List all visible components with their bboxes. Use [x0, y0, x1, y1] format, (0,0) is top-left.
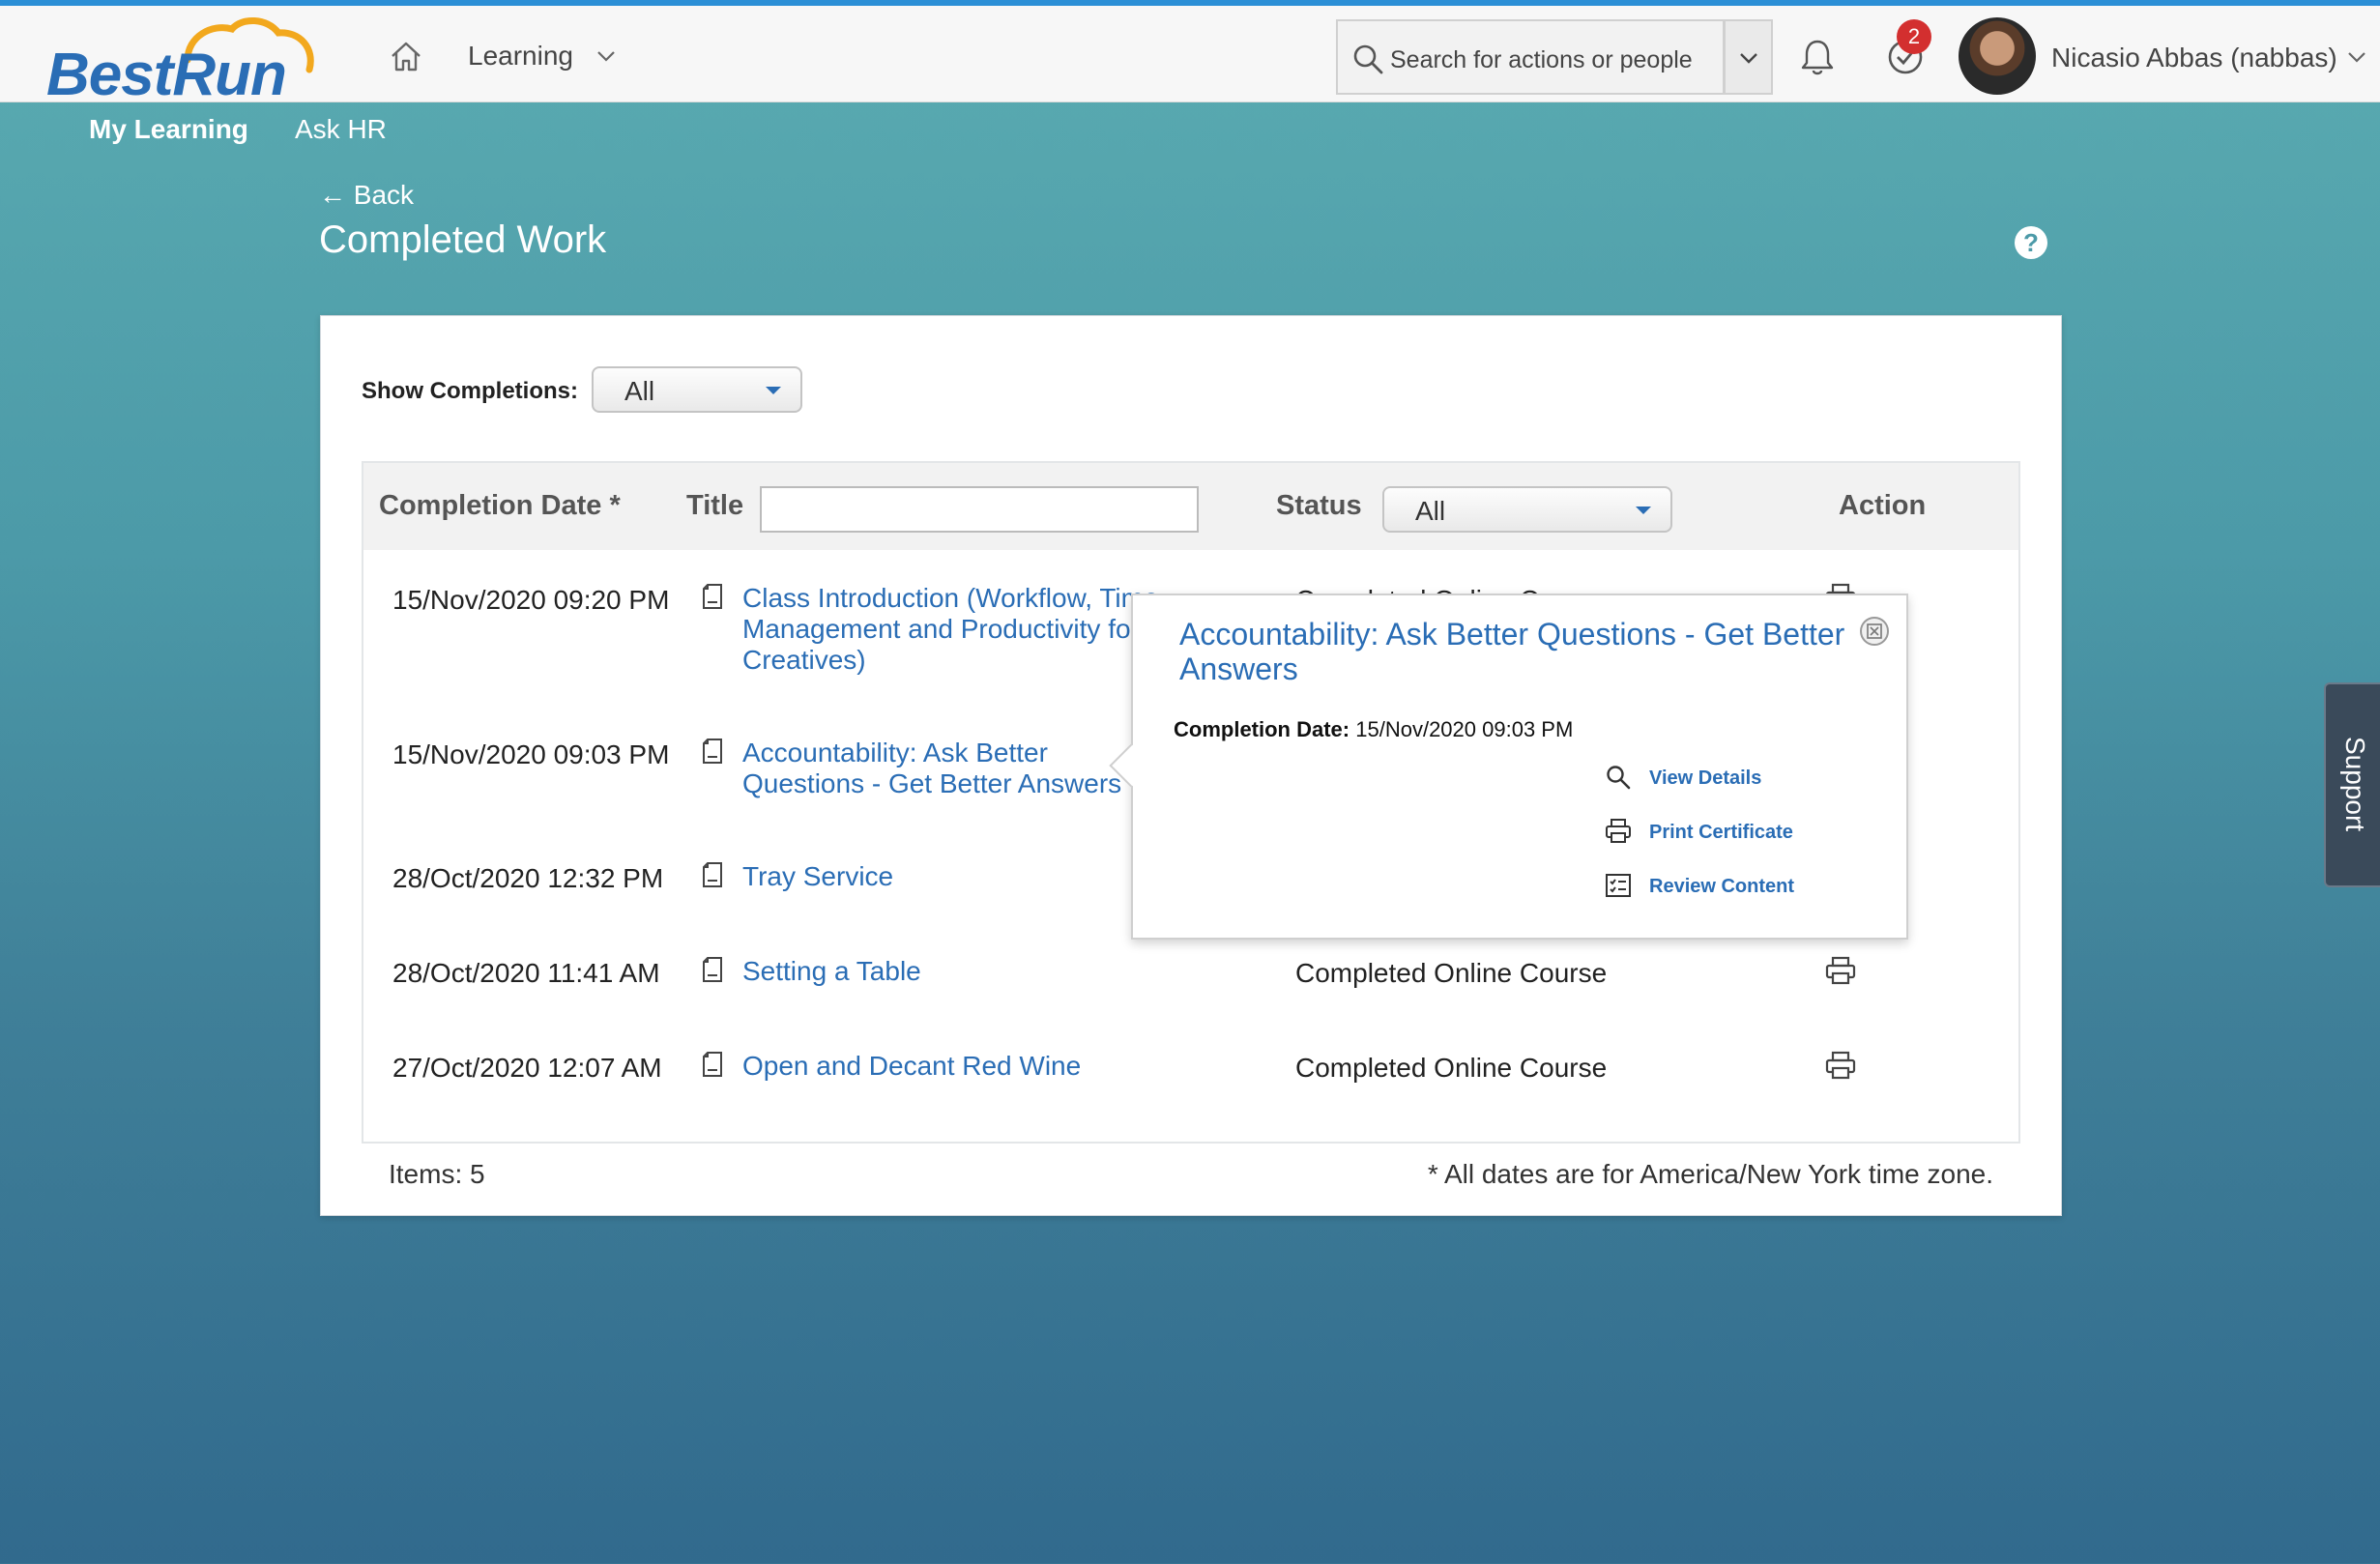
course-title-link[interactable]: Class Introduction (Workflow, Time Manage…: [742, 583, 1159, 676]
show-completions-value: All: [624, 376, 655, 406]
search-icon: [1607, 766, 1631, 790]
timezone-note: * All dates are for America/New York tim…: [1427, 1159, 1993, 1189]
review-content-link[interactable]: Review Content: [1649, 876, 1794, 898]
document-icon: [703, 739, 722, 764]
document-icon: [703, 862, 722, 887]
header-action: Action: [1839, 490, 1927, 521]
popover-completion-date: Completion Date: 15/Nov/2020 09:03 PM: [1174, 717, 1574, 741]
row-status: Completed Online Course: [1295, 1053, 1608, 1083]
chevron-down-icon: [1740, 53, 1757, 64]
row-date: 28/Oct/2020 12:32 PM: [392, 863, 664, 893]
search-icon: [1353, 44, 1383, 74]
header-title: Title: [686, 490, 744, 521]
course-title-link[interactable]: Tray Service: [742, 861, 893, 892]
row-status: Completed Online Course: [1295, 958, 1608, 988]
document-icon: [703, 584, 722, 609]
search-placeholder: Search for actions or people: [1390, 46, 1693, 73]
printer-icon[interactable]: [1825, 956, 1856, 985]
back-link[interactable]: ← Back: [319, 180, 414, 211]
course-title-link[interactable]: Open and Decant Red Wine: [742, 1051, 1081, 1082]
printer-icon: [1606, 819, 1631, 843]
row-date: 28/Oct/2020 11:41 AM: [392, 958, 660, 988]
document-icon: [703, 957, 722, 982]
chevron-down-icon[interactable]: [595, 48, 617, 64]
review-checklist-icon: [1606, 874, 1631, 897]
header-status: Status: [1276, 490, 1362, 521]
status-filter-value: All: [1415, 496, 1446, 526]
print-certificate-link[interactable]: Print Certificate: [1649, 822, 1793, 844]
support-label: Support: [2340, 737, 2370, 832]
home-icon[interactable]: [387, 37, 425, 75]
popover-title[interactable]: Accountability: Ask Better Questions - G…: [1179, 617, 1856, 686]
search-scope-dropdown[interactable]: [1725, 19, 1773, 95]
header-completion-date[interactable]: Completion Date *: [379, 490, 621, 522]
caret-down-icon: [1636, 507, 1651, 514]
view-details-link[interactable]: View Details: [1649, 768, 1761, 790]
show-completions-label: Show Completions:: [362, 378, 578, 404]
page-title: Completed Work: [319, 218, 607, 261]
search-field[interactable]: Search for actions or people: [1336, 19, 1725, 95]
table-header: Completion Date * Title Status All Actio…: [363, 463, 2018, 550]
logo-text: BestRun: [46, 42, 287, 108]
bestrun-logo[interactable]: BestRun: [43, 15, 333, 108]
row-date: 27/Oct/2020 12:07 AM: [392, 1053, 662, 1083]
row-date: 15/Nov/2020 09:20 PM: [392, 585, 670, 615]
help-icon[interactable]: ?: [2015, 226, 2047, 259]
title-filter-input[interactable]: [760, 486, 1199, 533]
support-tab[interactable]: Support: [2324, 682, 2380, 887]
chevron-down-icon[interactable]: [2347, 50, 2366, 64]
close-button[interactable]: [1860, 617, 1889, 646]
row-date: 15/Nov/2020 09:03 PM: [392, 739, 670, 769]
course-details-popover: Accountability: Ask Better Questions - G…: [1109, 594, 1908, 940]
avatar[interactable]: [1959, 17, 2036, 95]
notification-bell-icon[interactable]: [1798, 37, 1837, 77]
printer-icon[interactable]: [1825, 1051, 1856, 1080]
subnav-my-learning[interactable]: My Learning: [89, 114, 248, 145]
todo-count-badge: 2: [1897, 19, 1931, 54]
caret-down-icon: [766, 387, 781, 394]
course-title-link[interactable]: Setting a Table: [742, 956, 921, 987]
items-count: Items: 5: [389, 1159, 485, 1189]
shell-bar: BestRun Learning Search for actions or p…: [0, 6, 2380, 108]
status-filter-dropdown[interactable]: All: [1382, 486, 1672, 533]
show-completions-dropdown[interactable]: All: [592, 366, 802, 413]
module-menu-label[interactable]: Learning: [468, 41, 573, 72]
document-icon: [703, 1052, 722, 1077]
user-name[interactable]: Nicasio Abbas (nabbas): [2051, 43, 2337, 73]
subnav-ask-hr[interactable]: Ask HR: [295, 114, 387, 145]
close-icon: [1867, 623, 1882, 639]
course-title-link[interactable]: Accountability: Ask Better Questions - Ge…: [742, 738, 1121, 799]
